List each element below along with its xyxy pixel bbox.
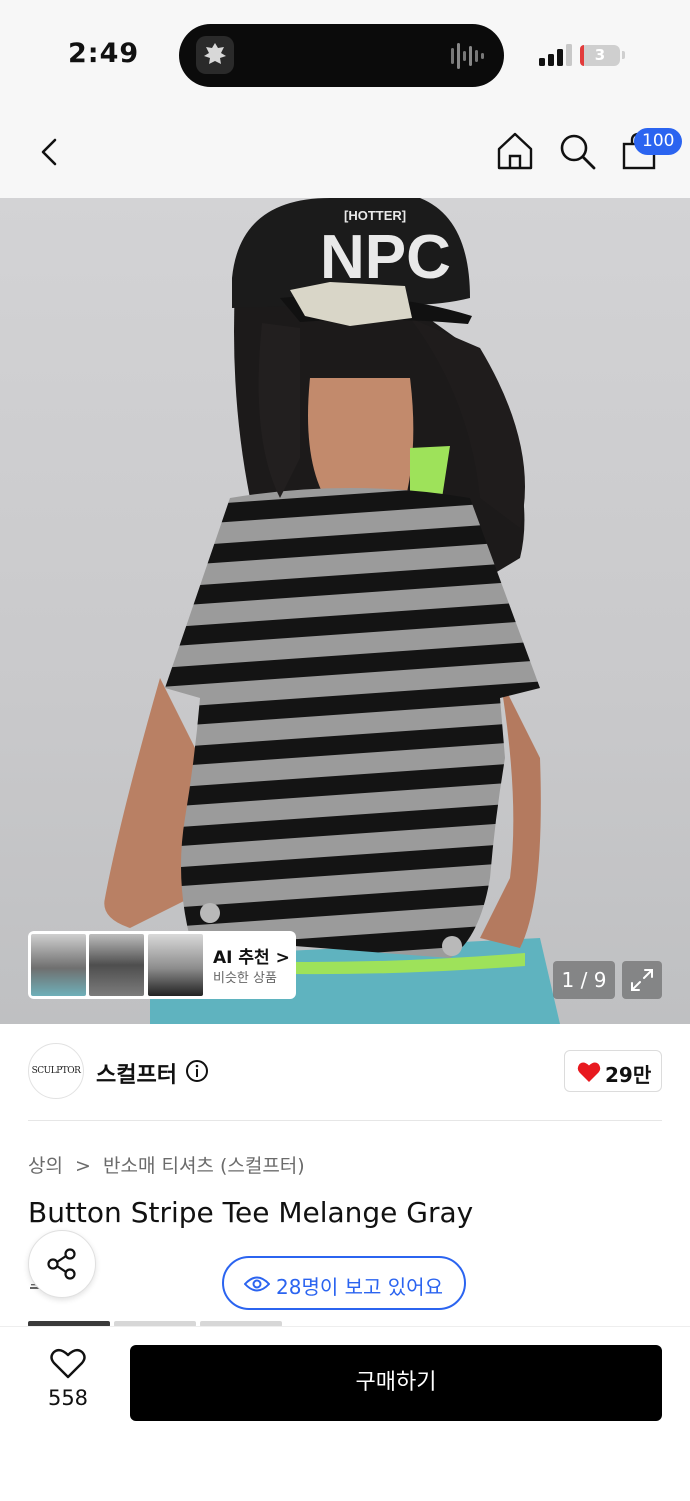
home-icon[interactable]: [494, 130, 536, 172]
heart-outline-icon: [50, 1348, 86, 1379]
breadcrumb: 상의 > 반소매 티셔츠 (스컬프터): [28, 1151, 311, 1178]
battery-level: 3: [594, 46, 606, 64]
audio-wave-icon: [451, 43, 484, 69]
battery-icon: 3: [580, 45, 620, 66]
cellular-signal-icon: [539, 44, 572, 66]
share-button[interactable]: [28, 1230, 96, 1298]
brand-name[interactable]: 스컬프터: [96, 1057, 177, 1089]
viewers-badge: 28명이 보고 있어요: [222, 1256, 466, 1310]
svg-text:NPC: NPC: [320, 223, 451, 292]
svg-text:[HOTTER]: [HOTTER]: [344, 208, 406, 223]
divider: [28, 1120, 662, 1121]
buy-button[interactable]: 구매하기: [130, 1345, 662, 1421]
product-title: Button Stripe Tee Melange Gray: [28, 1196, 474, 1229]
breadcrumb-subcategory[interactable]: 반소매 티셔츠 (스컬프터): [103, 1155, 305, 1177]
product-image[interactable]: NPC [HOTTER]: [0, 198, 690, 1024]
status-bar: 2:49 3: [0, 0, 690, 110]
thumb-3: [148, 934, 203, 996]
eye-icon: [244, 1276, 270, 1292]
top-nav: [0, 110, 690, 198]
breadcrumb-separator: >: [75, 1155, 91, 1177]
ai-recommend-subtitle: 비슷한 상품: [213, 971, 277, 986]
dynamic-island: [179, 24, 504, 87]
thumb-1: [31, 934, 86, 996]
brand-logo[interactable]: SCULPTOR: [28, 1043, 84, 1099]
brand-like-count: 29만: [605, 1063, 652, 1087]
ai-recommend-title[interactable]: AI 추천 >: [213, 943, 290, 968]
status-time: 2:49: [68, 38, 140, 69]
back-arrow-icon[interactable]: [30, 132, 70, 172]
image-counter: 1 / 9: [553, 961, 615, 999]
app-activity-icon: [196, 36, 234, 74]
expand-icon: [631, 969, 653, 991]
thumb-2: [89, 934, 144, 996]
product-photo: NPC [HOTTER]: [104, 198, 560, 1024]
viewers-text: 28명이 보고 있어요: [276, 1275, 443, 1299]
wishlist-count: 558: [47, 1386, 89, 1410]
breadcrumb-category[interactable]: 상의: [28, 1155, 63, 1177]
search-icon[interactable]: [556, 130, 598, 172]
share-icon: [47, 1248, 76, 1280]
info-icon[interactable]: [185, 1059, 209, 1083]
brand-like-button[interactable]: 29만: [564, 1050, 662, 1092]
cart-count-badge: 100: [634, 128, 683, 155]
heart-filled-icon: [577, 1062, 601, 1082]
expand-image-button[interactable]: [622, 961, 662, 999]
